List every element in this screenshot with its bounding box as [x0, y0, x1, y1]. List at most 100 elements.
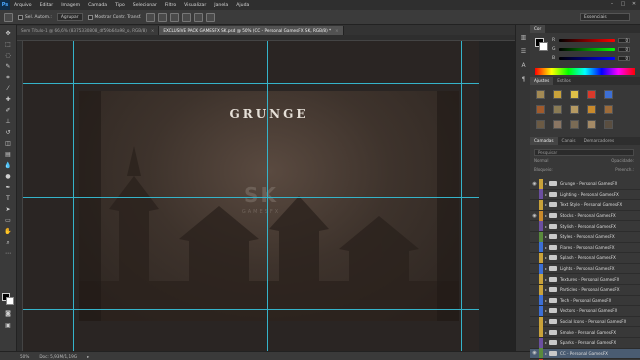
adjustment-icon[interactable]	[536, 105, 545, 114]
move-tool-icon[interactable]: ✥	[3, 29, 13, 38]
path-select-tool-icon[interactable]: ➤	[3, 205, 13, 214]
canvas-area[interactable]: GRUNGE SK GAMESFX	[17, 35, 515, 351]
close-icon[interactable]: ✕	[630, 1, 638, 8]
adjustment-icon[interactable]	[604, 120, 613, 129]
layer-row[interactable]: ▸ Text Style - Personal GamesFX	[530, 199, 640, 211]
crop-tool-icon[interactable]: ⌗	[3, 73, 13, 82]
layer-row[interactable]: ▸ Lights - Personal GamesFX	[530, 263, 640, 275]
slider-value-input[interactable]: 0	[618, 37, 630, 43]
more-tools-icon[interactable]: ⋯	[3, 249, 13, 258]
visibility-eye-icon[interactable]	[530, 253, 539, 262]
quick-select-tool-icon[interactable]: ✎	[3, 62, 13, 71]
adjustment-icon[interactable]	[553, 105, 562, 114]
layer-row[interactable]: ▸ Textures - Personal GamesFX	[530, 274, 640, 285]
layer-row[interactable]: ▸ Smoke - Personal GamesFX	[530, 327, 640, 338]
menu-item[interactable]: Filtro	[161, 3, 180, 8]
layer-row[interactable]: ▸ Particles - Personal GamesFX	[530, 284, 640, 296]
slider-value-input[interactable]: 0	[618, 46, 630, 52]
properties-panel-icon[interactable]: ☰	[519, 47, 528, 55]
menu-item[interactable]: Editar	[36, 3, 58, 8]
adjustment-icon[interactable]	[570, 90, 579, 99]
layer-row[interactable]: ◉ ▸ Stocks - Personal GamesFX	[530, 210, 640, 222]
visibility-eye-icon[interactable]	[530, 190, 539, 199]
layer-row[interactable]: ▸ Social Icons - Personal GamesFX	[530, 316, 640, 328]
menu-item[interactable]: Visualizar	[180, 3, 210, 8]
color-spectrum-bar[interactable]	[535, 68, 635, 75]
opacity-label[interactable]: Opacidade:	[611, 158, 634, 165]
align-center-icon[interactable]	[194, 12, 204, 22]
adjustment-icon[interactable]	[553, 90, 562, 99]
guide-horizontal[interactable]	[23, 197, 479, 198]
clone-stamp-tool-icon[interactable]: ⊥	[3, 117, 13, 126]
status-arrow-icon[interactable]: ▸	[87, 354, 89, 359]
menu-item[interactable]: Tipo	[111, 3, 129, 8]
visibility-eye-icon[interactable]	[530, 222, 539, 231]
panel-tab[interactable]: Demarcadores	[580, 137, 619, 145]
hand-tool-icon[interactable]: ✋	[3, 227, 13, 236]
guide-vertical[interactable]	[461, 41, 462, 351]
layer-row[interactable]: ◉ ▸ Grunge - Personal GamesFX	[530, 178, 640, 190]
minimize-icon[interactable]: –	[608, 1, 616, 8]
layer-row[interactable]: ▸ Stylish - Personal GamesFX	[530, 221, 640, 232]
panel-tab[interactable]: Ajustes	[530, 77, 554, 85]
adjustment-icon[interactable]	[570, 105, 579, 114]
guide-vertical[interactable]	[267, 41, 268, 351]
layer-row[interactable]: ◉ ▸ CC - Personal GamesFX	[530, 348, 640, 360]
document-tab[interactable]: Sem Título-1 @ 66,6% (8375330808_df59b64…	[17, 26, 160, 35]
layer-row[interactable]: ▸ Vectors - Personal GamesFX	[530, 305, 640, 317]
adjustment-icon[interactable]	[587, 120, 596, 129]
visibility-eye-icon[interactable]	[530, 243, 539, 252]
visibility-eye-icon[interactable]	[530, 200, 539, 209]
type-tool-icon[interactable]: T	[3, 194, 13, 203]
fill-label[interactable]: Preench.:	[615, 167, 634, 174]
character-panel-icon[interactable]: A	[519, 61, 528, 69]
move-tool-preset-icon[interactable]	[4, 12, 13, 22]
visibility-eye-icon[interactable]	[530, 317, 539, 326]
dodge-tool-icon[interactable]: ●	[3, 172, 13, 181]
guide-vertical[interactable]	[73, 41, 74, 351]
adjustment-icon[interactable]	[587, 90, 596, 99]
visibility-eye-icon[interactable]: ◉	[530, 211, 539, 220]
layer-row[interactable]: ▸ Lighting - Personal GamesFX	[530, 189, 640, 201]
visibility-eye-icon[interactable]	[530, 285, 539, 294]
layer-row[interactable]: ▸ Sparks - Personal GamesFX	[530, 337, 640, 349]
adjustment-icon[interactable]	[604, 105, 613, 114]
eraser-tool-icon[interactable]: ◫	[3, 139, 13, 148]
layer-filter-input[interactable]: Pesquisar	[534, 149, 634, 156]
background-color-swatch[interactable]	[6, 297, 14, 305]
guide-horizontal[interactable]	[23, 309, 479, 310]
adjustment-icon[interactable]	[604, 90, 613, 99]
align-middle-icon[interactable]	[158, 12, 168, 22]
panel-tab[interactable]: Canais	[558, 137, 580, 145]
menu-item[interactable]: Ajuda	[232, 3, 253, 8]
maximize-icon[interactable]: □	[619, 1, 627, 8]
zoom-level[interactable]: 50%	[20, 354, 29, 359]
healing-brush-tool-icon[interactable]: ✚	[3, 95, 13, 104]
zoom-tool-icon[interactable]: ⌕	[3, 238, 13, 247]
color-background-swatch[interactable]	[539, 42, 548, 51]
blend-mode-dropdown[interactable]: Normal	[534, 158, 548, 165]
history-brush-tool-icon[interactable]: ↺	[3, 128, 13, 137]
adjustment-icon[interactable]	[553, 120, 562, 129]
gradient-tool-icon[interactable]: ▤	[3, 150, 13, 159]
menu-item[interactable]: Camada	[84, 3, 111, 8]
panel-tab[interactable]: Camadas	[530, 137, 558, 145]
slider-track[interactable]	[559, 38, 615, 42]
adjustment-icon[interactable]	[536, 120, 545, 129]
workspace-dropdown[interactable]: Essenciais	[580, 13, 630, 21]
pen-tool-icon[interactable]: ✒	[3, 183, 13, 192]
close-tab-icon[interactable]: ×	[151, 28, 155, 33]
adjustment-icon[interactable]	[587, 105, 596, 114]
slider-track[interactable]	[559, 47, 615, 51]
visibility-eye-icon[interactable]	[530, 264, 539, 273]
layer-row[interactable]: ▸ Tech - Personal GamesFX	[530, 295, 640, 307]
document-tab[interactable]: EXCLUSIVE PACK GAMESFX SK.psd @ 50% (CC …	[159, 26, 344, 35]
paragraph-panel-icon[interactable]: ¶	[519, 75, 528, 83]
close-tab-icon[interactable]: ×	[335, 28, 339, 33]
screen-mode-icon[interactable]: ▣	[3, 321, 13, 330]
menu-item[interactable]: Imagem	[57, 3, 84, 8]
slider-value-input[interactable]: 0	[618, 55, 630, 61]
quick-mask-icon[interactable]: ◙	[3, 309, 13, 318]
blur-tool-icon[interactable]: 💧	[3, 161, 13, 170]
guide-horizontal[interactable]	[23, 83, 479, 84]
